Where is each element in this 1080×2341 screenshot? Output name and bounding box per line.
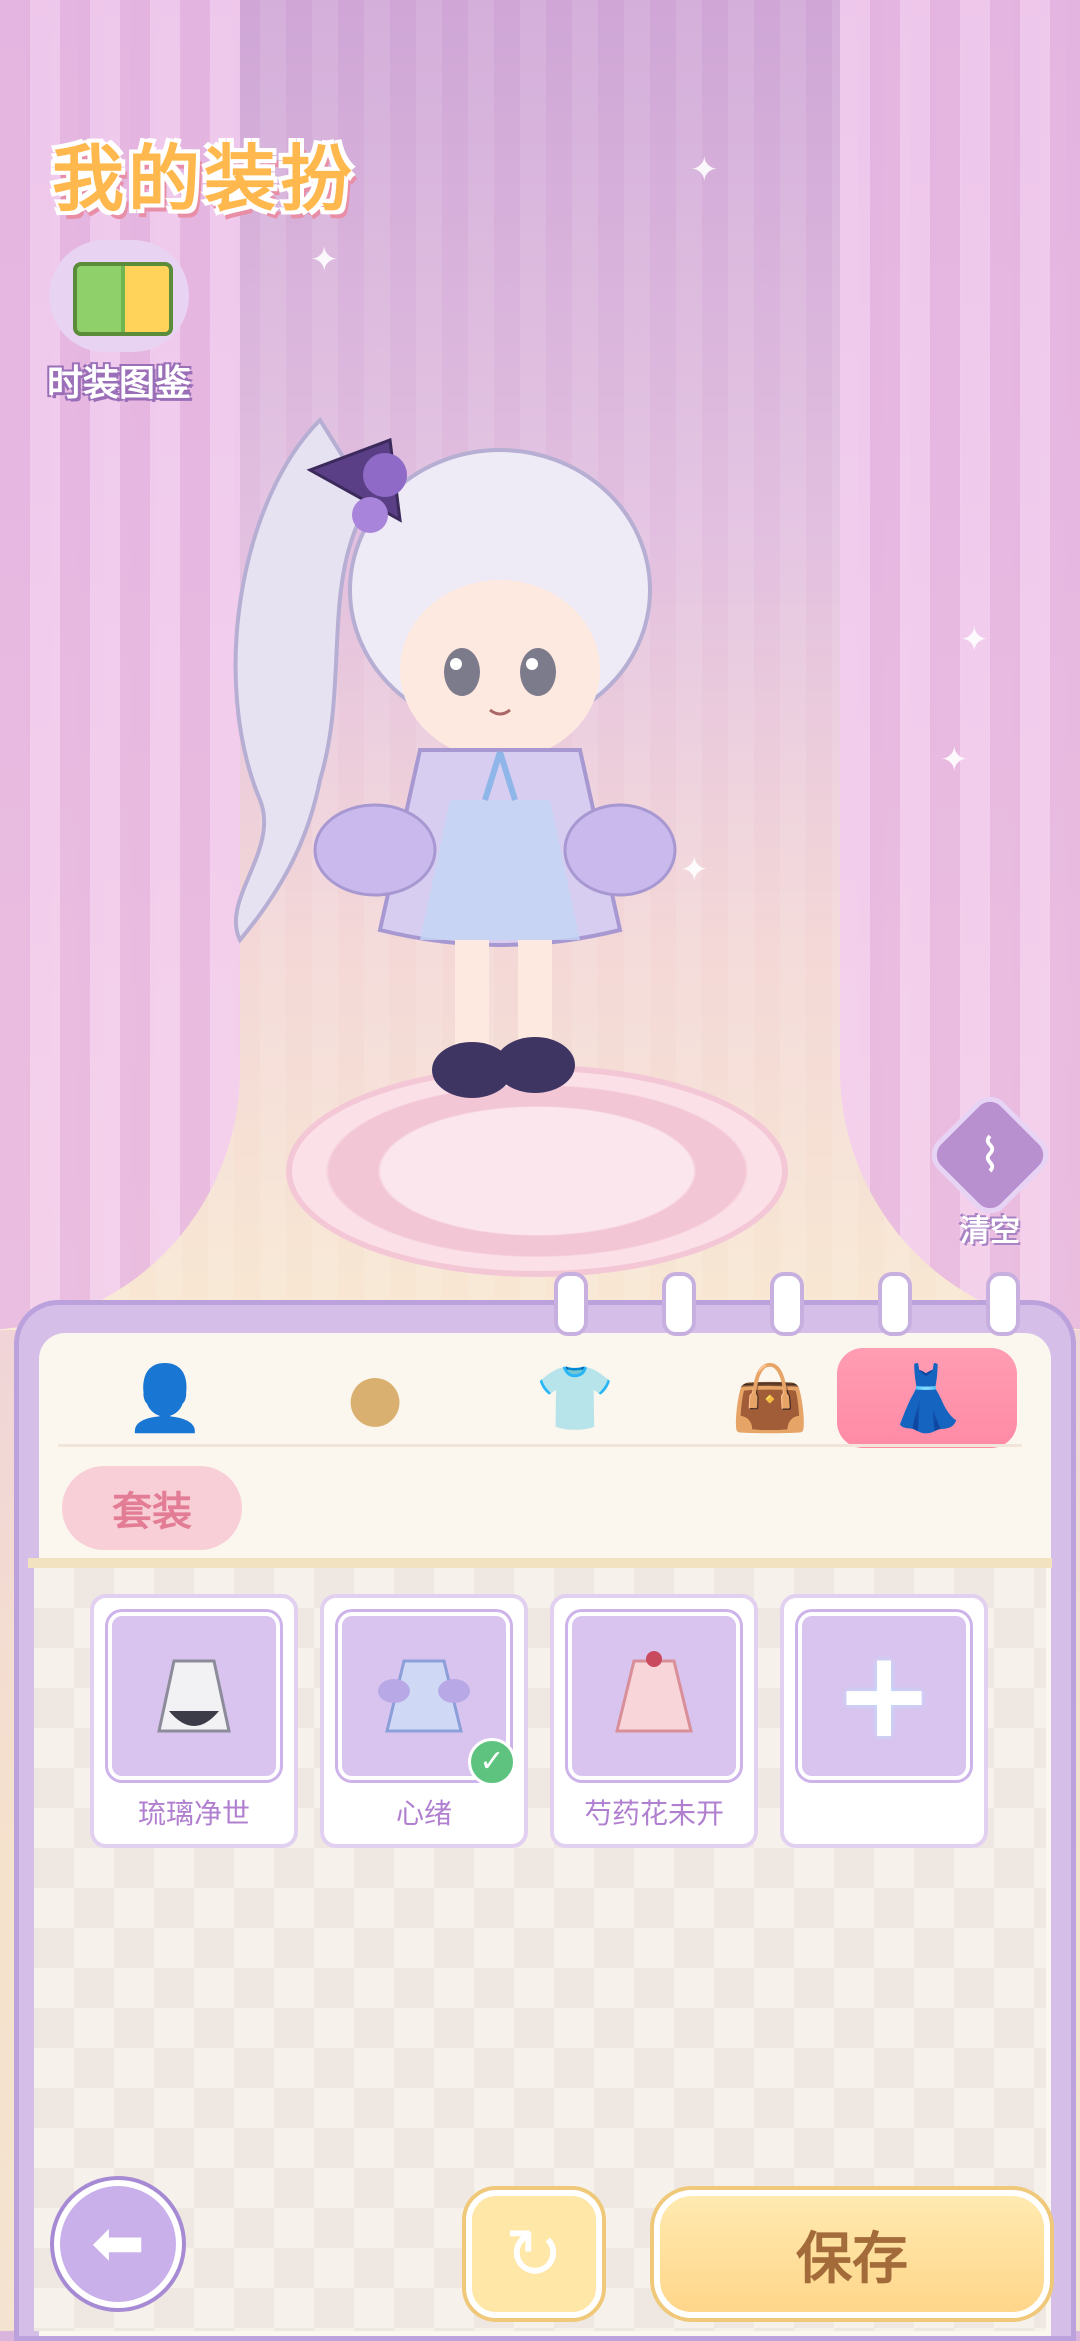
- panel-ribbon: [28, 1558, 1052, 1568]
- outfit-item-selected[interactable]: ✓ 心绪: [320, 1594, 528, 1848]
- hairstyle-icon: 👤: [125, 1361, 205, 1436]
- sparkle-icon: ✦: [960, 620, 989, 660]
- add-outfit-button[interactable]: +: [780, 1594, 988, 1848]
- outfit-item[interactable]: 琉璃净世: [90, 1594, 298, 1848]
- back-button[interactable]: ⬅: [54, 2180, 182, 2308]
- refresh-button[interactable]: ↻: [466, 2190, 602, 2318]
- tab-dress[interactable]: 👗: [837, 1348, 1017, 1448]
- tab-accessory[interactable]: 👜: [705, 1348, 835, 1448]
- sub-tab-suit[interactable]: 套装: [62, 1466, 242, 1550]
- selected-check-icon: ✓: [468, 1738, 516, 1786]
- outfit-name: 心绪: [395, 1797, 452, 1830]
- character-avatar: [233, 416, 677, 1098]
- outfit-item[interactable]: 芍药花未开: [550, 1594, 758, 1848]
- tab-top[interactable]: 👕: [510, 1348, 640, 1448]
- page-title: 我的装扮: [52, 137, 357, 221]
- book-hanger-icon: [49, 240, 189, 352]
- save-button[interactable]: 保存: [654, 2190, 1050, 2318]
- face-icon: ●: [347, 1361, 403, 1435]
- binder-ring: [770, 1272, 804, 1336]
- outfit-thumbnail: [108, 1612, 280, 1780]
- outfit-thumbnail: [568, 1612, 740, 1780]
- add-outfit-thumbnail: +: [798, 1612, 970, 1780]
- tab-divider: [58, 1444, 1022, 1447]
- binder-ring: [878, 1272, 912, 1336]
- refresh-icon: ↻: [504, 2213, 564, 2295]
- outfit-name: 芍药花未开: [583, 1797, 724, 1830]
- binder-ring: [662, 1272, 696, 1336]
- sparkle-icon: ✦: [940, 740, 969, 780]
- binder-ring: [554, 1272, 588, 1336]
- tab-face[interactable]: ●: [310, 1348, 440, 1448]
- catalog-label: 时装图鉴: [46, 363, 191, 404]
- binder-ring: [986, 1272, 1020, 1336]
- outfit-preview-icon: [378, 1659, 470, 1733]
- plus-icon: +: [833, 1626, 935, 1765]
- fashion-catalog-button[interactable]: 时装图鉴: [34, 240, 204, 406]
- outfit-preview-icon: [615, 1651, 693, 1733]
- arrow-left-icon: ⬅: [91, 2207, 145, 2281]
- category-tabbar: 👤 ● 👕 👜 👗: [40, 1348, 1040, 1448]
- outfit-preview-icon: [157, 1659, 231, 1733]
- clear-button[interactable]: ⌇ 清空: [923, 1088, 1057, 1250]
- dress-icon: 👗: [887, 1361, 967, 1436]
- handbag-icon: 👜: [730, 1361, 810, 1436]
- outfit-name: 琉璃净世: [137, 1797, 250, 1830]
- broom-icon: ⌇: [923, 1088, 1057, 1222]
- sparkle-icon: ✦: [310, 240, 339, 280]
- tab-hair[interactable]: 👤: [100, 1348, 230, 1448]
- sparkle-icon: ✦: [690, 150, 719, 190]
- tshirt-icon: 👕: [535, 1361, 615, 1436]
